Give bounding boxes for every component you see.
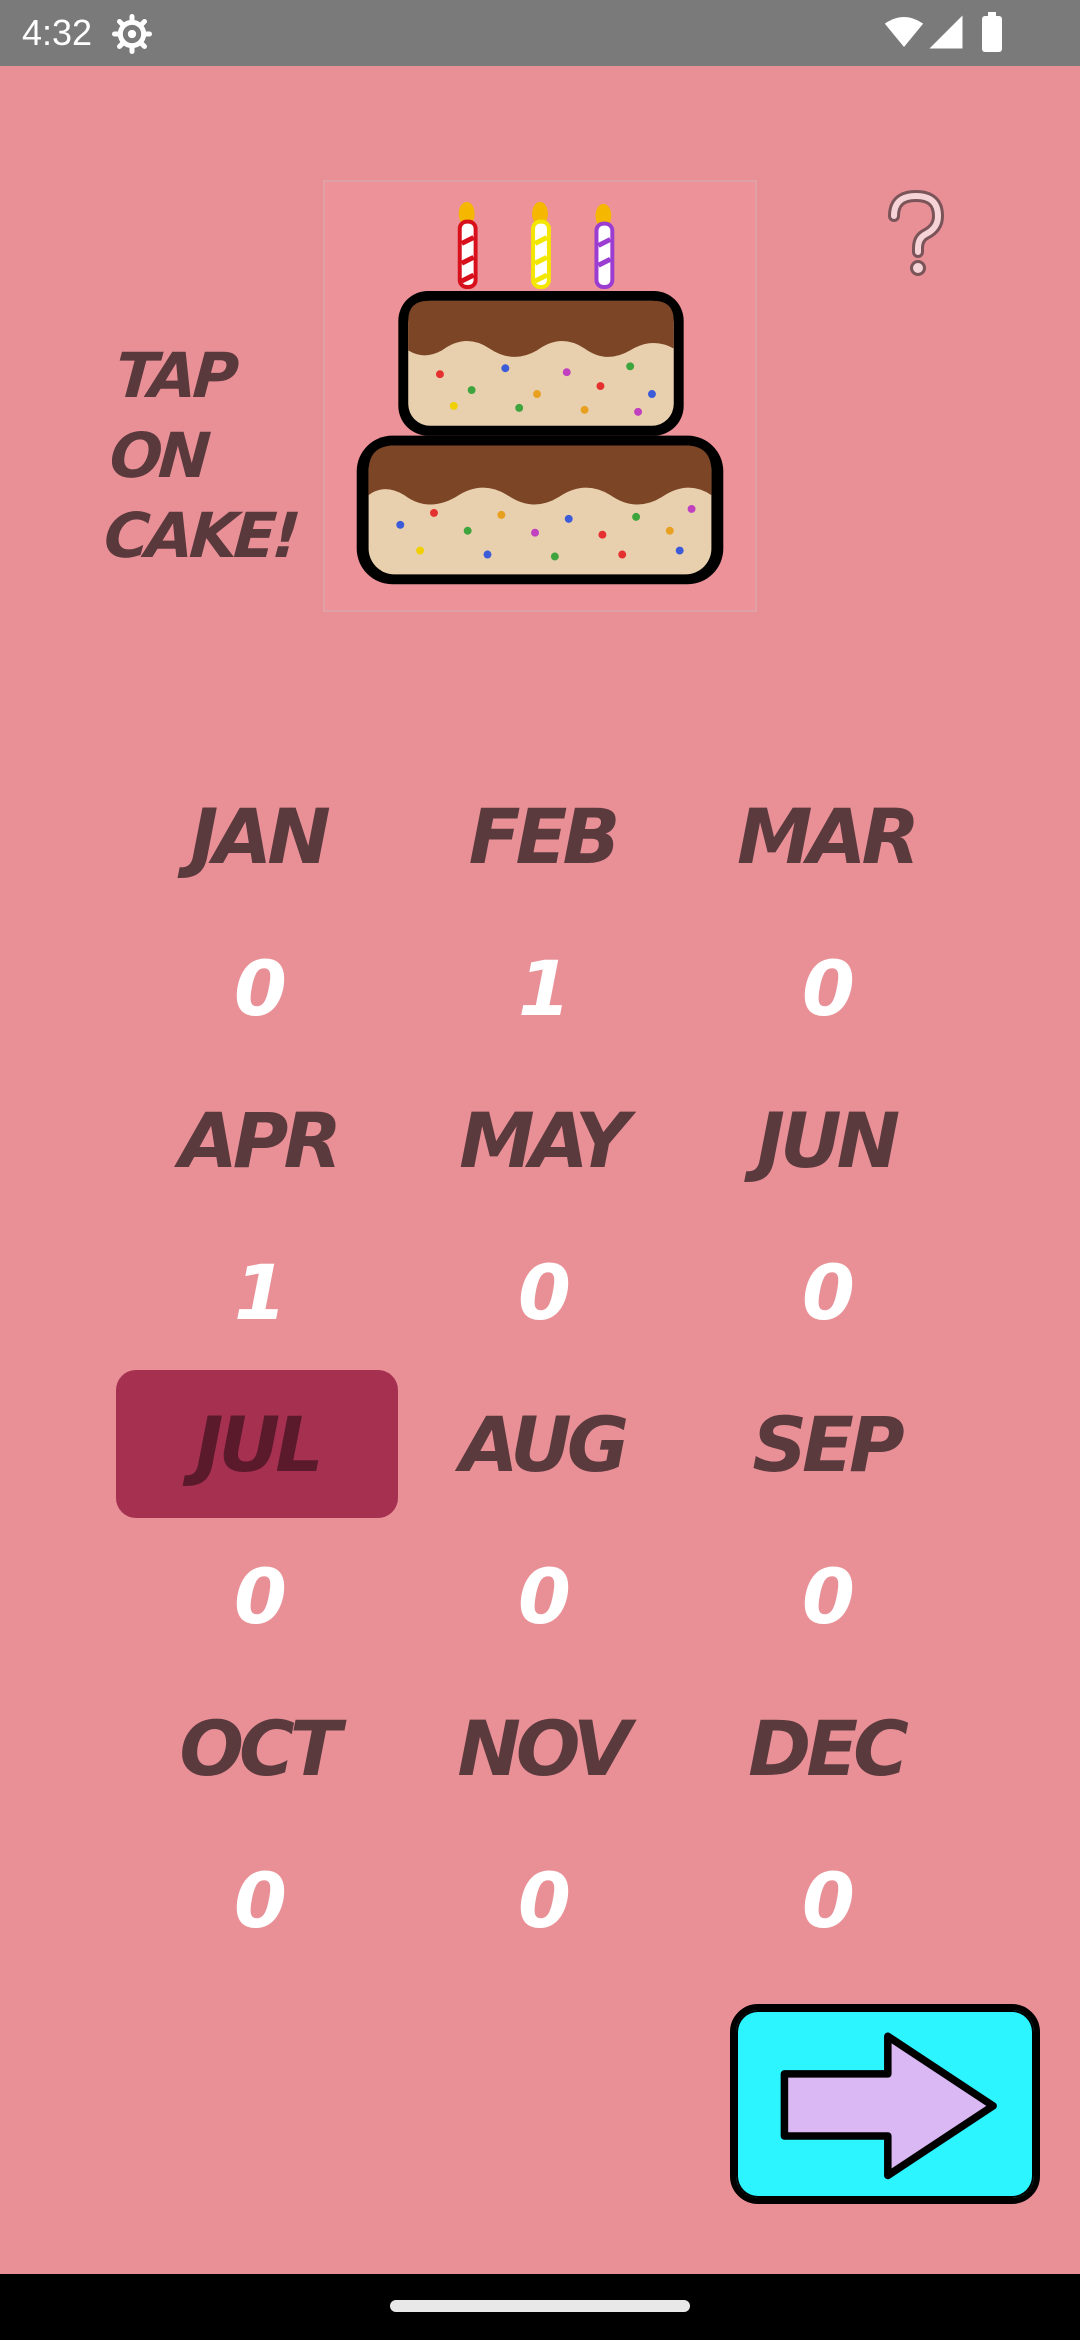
tap-on-cake-label: TAP ON CAKE!	[101, 339, 300, 572]
count-jan: 0	[234, 943, 287, 1033]
count-mar: 0	[802, 943, 855, 1033]
month-mar[interactable]: MAR	[684, 760, 968, 912]
count-jul: 0	[234, 1551, 287, 1641]
help-button[interactable]	[884, 189, 948, 280]
home-gesture-handle[interactable]	[390, 2300, 690, 2312]
wifi-icon	[884, 17, 924, 47]
month-grid: JAN FEB MAR 0 1 0 APR MAY JUN 1 0 0 JUL …	[116, 760, 968, 1976]
month-apr[interactable]: APR	[116, 1064, 400, 1216]
month-dec[interactable]: DEC	[684, 1672, 968, 1824]
month-jun[interactable]: JUN	[684, 1064, 968, 1216]
month-aug[interactable]: AUG	[400, 1368, 684, 1520]
battery-icon	[982, 12, 1002, 52]
count-sep: 0	[802, 1551, 855, 1641]
status-bar: 4:32	[0, 0, 1080, 66]
signal-icon	[929, 15, 963, 49]
count-nov: 0	[518, 1855, 571, 1945]
question-mark-icon	[888, 189, 945, 276]
count-apr: 1	[234, 1247, 287, 1337]
right-arrow-icon	[780, 2032, 997, 2180]
month-nov[interactable]: NOV	[400, 1672, 684, 1824]
navigation-bar	[0, 2274, 1080, 2340]
count-feb: 1	[518, 943, 571, 1033]
birthday-cake-icon	[356, 201, 724, 585]
next-button[interactable]	[730, 2004, 1040, 2204]
count-aug: 0	[518, 1551, 571, 1641]
month-sep[interactable]: SEP	[684, 1368, 968, 1520]
month-oct[interactable]: OCT	[116, 1672, 400, 1824]
month-jul[interactable]: JUL	[116, 1370, 398, 1518]
month-feb[interactable]: FEB	[400, 760, 684, 912]
gear-icon	[112, 14, 152, 54]
status-time: 4:32	[22, 12, 93, 53]
count-dec: 0	[802, 1855, 855, 1945]
count-may: 0	[518, 1247, 571, 1337]
month-jan[interactable]: JAN	[116, 760, 400, 912]
month-may[interactable]: MAY	[400, 1064, 684, 1216]
count-jun: 0	[802, 1247, 855, 1337]
count-oct: 0	[234, 1855, 287, 1945]
cake-button[interactable]	[323, 180, 757, 612]
